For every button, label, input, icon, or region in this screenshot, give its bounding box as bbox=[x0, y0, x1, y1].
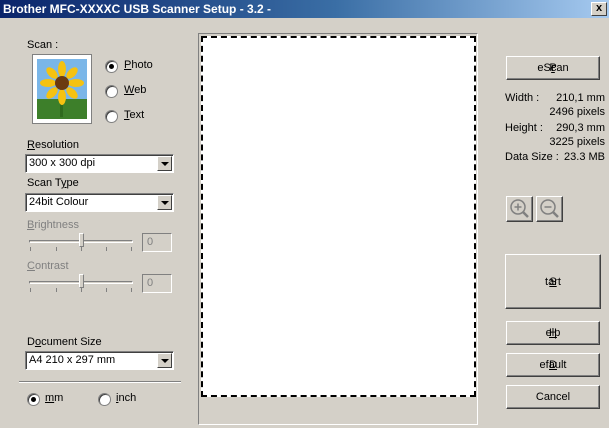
contrast-slider-thumb[interactable] bbox=[79, 274, 84, 288]
window-title: Brother MFC-XXXXC USB Scanner Setup - 3.… bbox=[3, 2, 272, 16]
slider-tick bbox=[106, 247, 107, 251]
slider-tick bbox=[56, 247, 57, 251]
scan-type-select[interactable]: 24bit Colour bbox=[25, 193, 174, 212]
chevron-down-icon[interactable] bbox=[157, 195, 172, 210]
zoom-out-button[interactable] bbox=[536, 196, 563, 222]
slider-tick bbox=[81, 247, 82, 251]
height-mm-value: 290,3 mm bbox=[556, 122, 605, 134]
scan-text-label[interactable]: Text bbox=[124, 109, 144, 121]
start-button[interactable]: Start bbox=[505, 254, 601, 309]
contrast-label: Contrast bbox=[27, 260, 69, 272]
scan-web-radio[interactable] bbox=[105, 85, 118, 98]
title-bar: Brother MFC-XXXXC USB Scanner Setup - 3.… bbox=[0, 0, 609, 18]
scan-text-radio[interactable] bbox=[105, 110, 118, 123]
document-size-label: Document Size bbox=[27, 336, 102, 348]
data-size-value: 23.3 MB bbox=[564, 151, 605, 163]
scan-web-label[interactable]: Web bbox=[124, 84, 146, 96]
brightness-value-field[interactable]: 0 bbox=[142, 233, 172, 252]
unit-inch-label[interactable]: inch bbox=[116, 392, 136, 404]
slider-tick bbox=[81, 288, 82, 292]
document-size-value: A4 210 x 297 mm bbox=[29, 354, 116, 366]
slider-tick bbox=[131, 247, 132, 251]
prescan-button[interactable]: Pr eScan bbox=[506, 56, 600, 80]
unit-inch-radio[interactable] bbox=[98, 393, 111, 406]
photo-preview-icon bbox=[32, 54, 92, 124]
scan-photo-label[interactable]: Photo bbox=[124, 59, 153, 71]
preview-area[interactable] bbox=[198, 33, 478, 425]
document-size-select[interactable]: A4 210 x 297 mm bbox=[25, 351, 174, 370]
chevron-down-icon[interactable] bbox=[157, 353, 172, 368]
default-button[interactable]: Default bbox=[506, 353, 600, 377]
zoom-out-icon bbox=[540, 199, 559, 218]
zoom-in-icon bbox=[510, 199, 529, 218]
width-px-value: 2496 pixels bbox=[549, 106, 605, 118]
resolution-value: 300 x 300 dpi bbox=[29, 157, 96, 169]
scan-photo-radio[interactable] bbox=[105, 60, 118, 73]
slider-tick bbox=[106, 288, 107, 292]
divider bbox=[19, 381, 181, 383]
zoom-in-button[interactable] bbox=[506, 196, 533, 222]
close-icon: x bbox=[595, 2, 603, 14]
cancel-button[interactable]: Cancel bbox=[506, 385, 600, 409]
resolution-select[interactable]: 300 x 300 dpi bbox=[25, 154, 174, 173]
close-button[interactable]: x bbox=[591, 2, 607, 16]
help-button[interactable]: Help bbox=[506, 321, 600, 345]
unit-mm-label[interactable]: mm bbox=[45, 392, 63, 404]
scan-type-value: 24bit Colour bbox=[29, 196, 89, 208]
slider-tick bbox=[131, 288, 132, 292]
slider-tick bbox=[30, 247, 31, 251]
slider-tick bbox=[30, 288, 31, 292]
chevron-down-icon[interactable] bbox=[157, 156, 172, 171]
width-mm-value: 210,1 mm bbox=[556, 92, 605, 104]
brightness-label: Brightness bbox=[27, 219, 79, 231]
height-px-value: 3225 pixels bbox=[549, 136, 605, 148]
scan-label: Scan : bbox=[27, 39, 59, 51]
scan-area-selection[interactable] bbox=[201, 36, 476, 397]
contrast-value-field[interactable]: 0 bbox=[142, 274, 172, 293]
resolution-label: Resolution bbox=[27, 139, 79, 151]
unit-mm-radio[interactable] bbox=[27, 393, 40, 406]
prescan-label: Pr eScan bbox=[537, 62, 569, 74]
brightness-slider-thumb[interactable] bbox=[79, 233, 84, 247]
slider-tick bbox=[56, 288, 57, 292]
scan-type-label: Scan Type bbox=[27, 177, 79, 189]
